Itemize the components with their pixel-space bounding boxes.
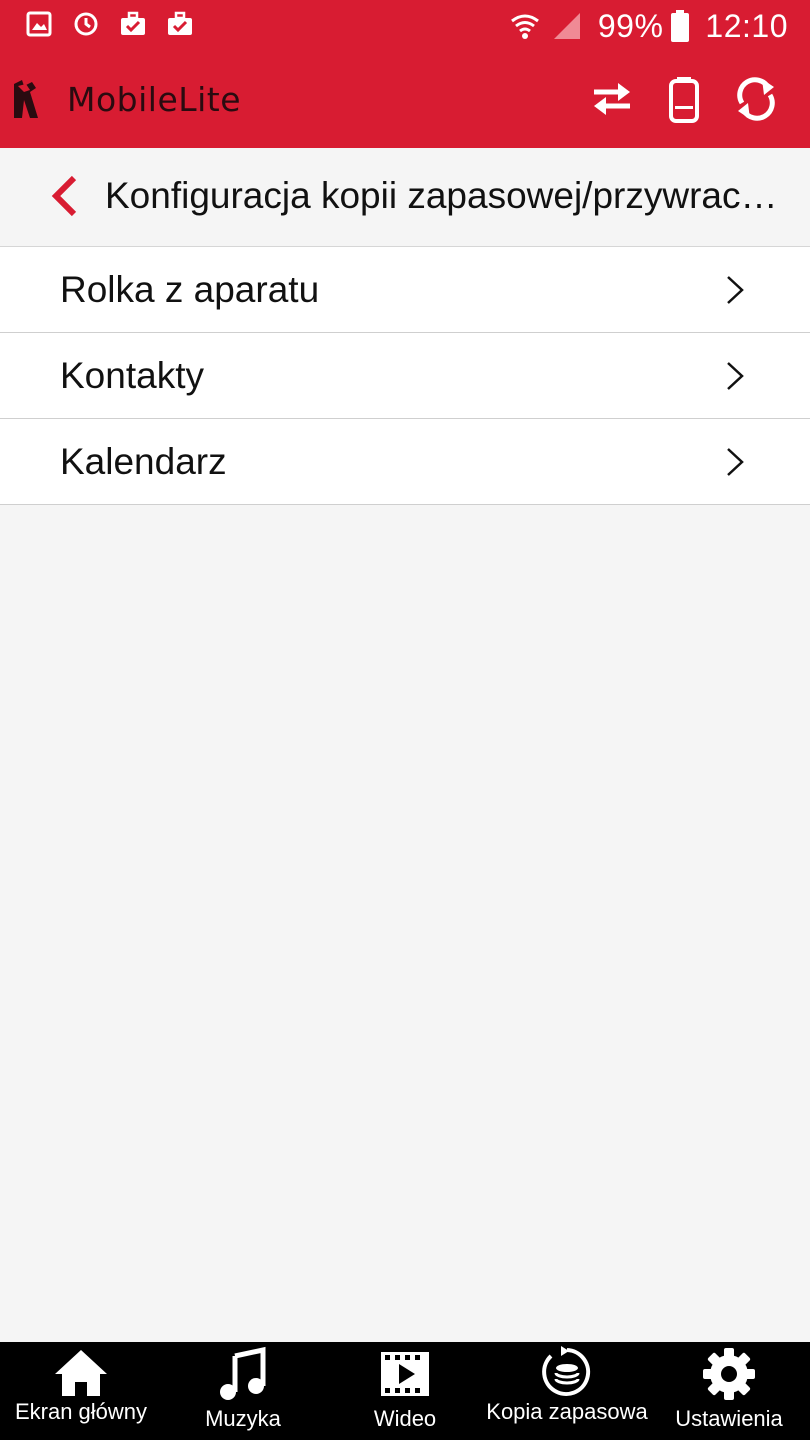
sync-icon bbox=[73, 11, 99, 37]
app-actions bbox=[590, 75, 778, 123]
bottom-nav: Ekran główny Muzyka Wideo Kopia zapasowa… bbox=[0, 1342, 810, 1440]
list-item-label: Kalendarz bbox=[60, 441, 227, 482]
battery-icon bbox=[671, 10, 690, 42]
notification-icons bbox=[26, 11, 193, 37]
kingston-logo bbox=[10, 78, 42, 120]
clock: 12:10 bbox=[705, 7, 788, 44]
nav-item-backup[interactable]: Kopia zapasowa bbox=[486, 1342, 648, 1440]
chevron-right-icon bbox=[724, 447, 746, 477]
nav-label: Ekran główny bbox=[14, 1399, 148, 1424]
music-icon bbox=[215, 1346, 271, 1402]
chevron-right-icon bbox=[724, 361, 746, 391]
nav-item-music[interactable]: Muzyka bbox=[162, 1342, 324, 1440]
page-title: Konfiguracja kopii zapasowej/przywrac… bbox=[105, 175, 778, 216]
app-title: MobileLite bbox=[67, 80, 242, 119]
refresh-icon[interactable] bbox=[734, 75, 778, 123]
nav-item-settings[interactable]: Ustawienia bbox=[648, 1342, 810, 1440]
gallery-icon bbox=[26, 11, 52, 37]
status-bar: 99% 12:10 bbox=[0, 0, 810, 50]
list-item-camera-roll[interactable]: Rolka z aparatu bbox=[0, 247, 810, 333]
sub-header: Konfiguracja kopii zapasowej/przywrac… bbox=[0, 148, 810, 247]
battery-percent: 99% bbox=[597, 7, 664, 44]
list-item-label: Kontakty bbox=[60, 355, 204, 396]
nav-label: Kopia zapasowa bbox=[486, 1399, 648, 1424]
briefcase-check-icon bbox=[167, 11, 193, 37]
settings-icon bbox=[701, 1346, 757, 1402]
list-item-calendar[interactable]: Kalendarz bbox=[0, 419, 810, 505]
list-item-label: Rolka z aparatu bbox=[60, 269, 320, 310]
nav-item-video[interactable]: Wideo bbox=[324, 1342, 486, 1440]
app-bar: MobileLite bbox=[0, 50, 810, 148]
backup-icon bbox=[539, 1346, 595, 1402]
device-icon[interactable] bbox=[662, 75, 706, 123]
status-right: 99% 12:10 bbox=[510, 6, 788, 46]
nav-label: Muzyka bbox=[205, 1406, 281, 1431]
nav-label: Ustawienia bbox=[675, 1406, 783, 1431]
video-icon bbox=[377, 1346, 433, 1402]
home-icon bbox=[53, 1346, 109, 1402]
nav-label: Wideo bbox=[373, 1406, 437, 1431]
back-icon[interactable] bbox=[48, 174, 80, 218]
backup-settings-list: Rolka z aparatu Kontakty Kalendarz bbox=[0, 247, 810, 505]
signal-icon bbox=[552, 11, 582, 41]
nav-item-home[interactable]: Ekran główny bbox=[0, 1342, 162, 1440]
list-item-contacts[interactable]: Kontakty bbox=[0, 333, 810, 419]
wifi-icon bbox=[510, 11, 540, 41]
transfer-icon[interactable] bbox=[590, 75, 634, 123]
briefcase-check-icon bbox=[120, 11, 146, 37]
chevron-right-icon bbox=[724, 275, 746, 305]
